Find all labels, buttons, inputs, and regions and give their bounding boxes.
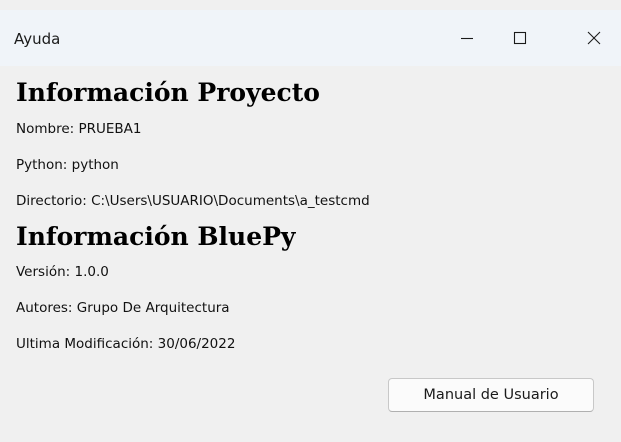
maximize-button[interactable] (497, 10, 543, 66)
close-icon (587, 31, 601, 45)
help-window: Ayuda Información Proyecto Nombre: PRUEB… (0, 0, 621, 442)
bluepy-version-text: Versión: 1.0.0 (16, 264, 109, 280)
minimize-button[interactable] (444, 10, 490, 66)
bluepy-last-modified-text: Ultima Modificación: 30/06/2022 (16, 336, 236, 352)
bluepy-authors-text: Autores: Grupo De Arquitectura (16, 300, 230, 316)
window-title: Ayuda (14, 30, 61, 48)
title-bar[interactable]: Ayuda (0, 10, 621, 66)
help-content: Información Proyecto Nombre: PRUEBA1 Pyt… (0, 66, 621, 442)
project-directory-text: Directorio: C:\Users\USUARIO\Documents\a… (16, 193, 370, 209)
project-name-text: Nombre: PRUEBA1 (16, 121, 142, 137)
minimize-icon (461, 37, 473, 40)
bluepy-info-heading: Información BluePy (16, 222, 296, 251)
project-python-text: Python: python (16, 157, 119, 173)
close-button[interactable] (571, 10, 617, 66)
maximize-icon (513, 31, 527, 45)
project-info-heading: Información Proyecto (16, 78, 320, 107)
user-manual-button[interactable]: Manual de Usuario (388, 378, 594, 412)
